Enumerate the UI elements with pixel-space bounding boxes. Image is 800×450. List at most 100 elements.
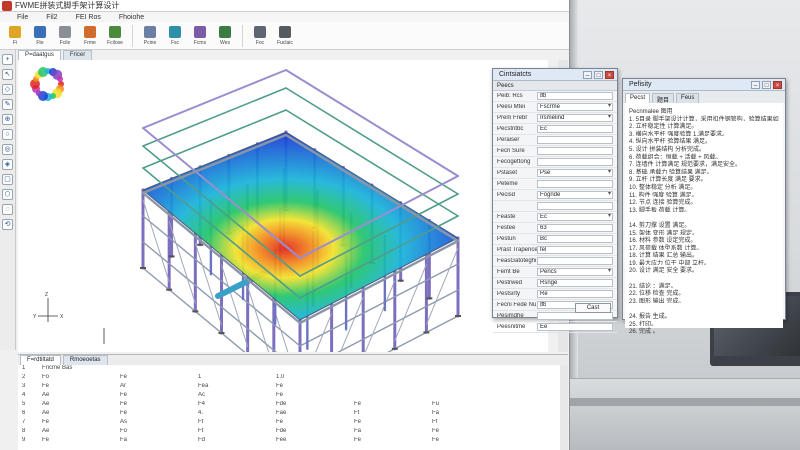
property-field[interactable] [537, 136, 613, 144]
tool-button-7[interactable]: ◈ [2, 159, 13, 170]
table-cell: Ae [42, 410, 50, 416]
report-line: 2. 立杆稳定性 计算满足。 [629, 124, 698, 129]
axis-triad: Z X Y [33, 292, 64, 322]
table-row[interactable]: 4 Ae Fe Ac Fe [18, 392, 568, 401]
property-field[interactable]: Re [537, 290, 613, 298]
doc-tab-secondary[interactable]: Fricer [62, 50, 93, 60]
base-plate [426, 297, 433, 300]
property-field[interactable] [537, 202, 613, 210]
minimize-icon[interactable]: – [583, 70, 592, 79]
table-cell: Ae [42, 428, 50, 434]
menu-file[interactable]: File [8, 14, 37, 21]
property-dropdown[interactable]: Ec [537, 213, 613, 221]
ribbon-button-4[interactable]: Fcilose [104, 24, 126, 48]
table-row[interactable]: 2 Fo Fe 1 1.0 [18, 374, 568, 383]
menu-edit[interactable]: Fil2 [37, 14, 66, 21]
table-row[interactable]: 9 Fe Fa Fd Fee Fe Fe [18, 437, 568, 446]
property-field[interactable] [537, 257, 613, 265]
table-cell: 4. [198, 410, 204, 416]
close-icon[interactable]: × [773, 80, 782, 89]
tool-button-4[interactable]: ⊕ [2, 114, 13, 125]
menu-view[interactable]: FEI Ros [67, 14, 110, 21]
property-field[interactable] [537, 147, 613, 155]
report-text-area[interactable]: Pecnmalee 图用 1. 5目录 脚手架设计计算，采用扣件钢管构，验算结果如… [625, 103, 783, 334]
ribbon-button-0[interactable]: Fi [4, 24, 26, 48]
property-dropdown[interactable]: Fscrme [537, 103, 613, 111]
table-row[interactable]: 8 Ae Fo Ft Fde Fa Fe [18, 428, 568, 437]
tool-button-11[interactable]: ⟲ [2, 219, 13, 230]
property-field[interactable]: fel [537, 246, 613, 254]
property-field[interactable]: Ee [537, 323, 613, 331]
base-plate [455, 315, 461, 317]
3d-model-viewport[interactable]: Z X Y [18, 60, 548, 400]
base-plate [197, 243, 204, 246]
table-row[interactable]: 5 Ae Fe F4 Fde Fe Fu [18, 401, 568, 410]
property-field[interactable]: 63 [537, 224, 613, 232]
report-line: 15. 架体 变形 满足 规定。 [629, 230, 699, 236]
property-field[interactable] [537, 158, 613, 166]
properties-apply-button[interactable]: Cast [575, 303, 611, 313]
report-line: 9. 立杆 计算长度 满足 要求。 [629, 177, 707, 182]
doc-tab-model[interactable]: P=daatgus [18, 50, 61, 60]
menu-tools[interactable]: Fhoiohe [110, 14, 153, 21]
property-field[interactable] [537, 312, 613, 320]
maximize-icon[interactable]: □ [762, 80, 771, 89]
property-field[interactable]: 图 [537, 92, 613, 100]
ribbon-button-10[interactable]: Fuclaic [274, 24, 296, 48]
table-cell: Fo [120, 428, 128, 434]
report-dialog: Pefisity – □ × Pecst 题目 Feus Pecnmalee 图… [622, 78, 786, 334]
scaffold-model-render[interactable]: Z X Y [18, 60, 548, 400]
tool-button-0[interactable]: + [2, 54, 13, 65]
output-tab-messages[interactable]: Rmoeoetas [62, 355, 108, 365]
table-row[interactable]: 7 Fe As Ft Fe Fe Ff [18, 419, 568, 428]
tool-button-10[interactable]: ◌ [2, 204, 13, 215]
output-tab-results[interactable]: F=rdtiltatd [20, 355, 61, 365]
ribbon-button-5[interactable]: Pcine [139, 24, 161, 48]
property-field[interactable]: Bc [537, 235, 613, 243]
table-row[interactable]: 6 Ae Fe 4. Fae Ft Fa [18, 410, 568, 419]
tool-button-9[interactable]: ⬡ [2, 189, 13, 200]
axis-z-label: Z [45, 292, 48, 298]
output-scrollbar[interactable] [560, 365, 568, 450]
app-logo-icon [2, 0, 12, 11]
ribbon-button-2[interactable]: Fcile [54, 24, 76, 48]
tool-button-3[interactable]: ✎ [2, 99, 13, 110]
tool-button-6[interactable]: ◎ [2, 144, 13, 155]
tool-button-1[interactable]: ↖ [2, 69, 13, 80]
ribbon-button-1[interactable]: Fte [29, 24, 51, 48]
property-row [493, 201, 617, 212]
ribbon-button-8[interactable]: Wes [214, 24, 236, 48]
ribbon-button-9[interactable]: Foc [249, 24, 271, 48]
property-dropdown[interactable]: Irsmelind [537, 114, 613, 122]
table-row[interactable]: 3 Fe Ar Fea Fe [18, 383, 568, 392]
tool-button-5[interactable]: ○ [2, 129, 13, 140]
report-line: 23. 图形 输出 完成。 [629, 298, 685, 304]
ribbon-button-6[interactable]: Fsc [164, 24, 186, 48]
table-row[interactable]: 1 Fricme Bas [18, 365, 568, 374]
property-row: Peib: Rcs 图 [493, 91, 617, 102]
maximize-icon[interactable]: □ [594, 70, 603, 79]
property-label: Fecni Fede Nu [497, 302, 537, 308]
tool-button-2[interactable]: ◇ [2, 84, 13, 95]
close-icon[interactable]: × [605, 70, 614, 79]
diagonal-brace [247, 286, 275, 369]
table-cell: Ft [354, 410, 360, 416]
ribbon-button-3[interactable]: Frme [79, 24, 101, 48]
table-cell: Fe [354, 401, 362, 407]
property-field[interactable]: Ec [537, 125, 613, 133]
left-tool-palette: + ↖ ◇ ✎ ⊕ ○ ◎ ◈ ▢ ⬡ ◌ ⟲ [0, 50, 16, 350]
property-dropdown[interactable]: Pse [537, 169, 613, 177]
report-tab-1[interactable]: 题目 [652, 93, 675, 104]
property-label: Femt Be [497, 269, 520, 275]
base-plate [140, 267, 146, 269]
property-dropdown[interactable]: Pencs [537, 268, 613, 276]
property-dropdown[interactable]: Fognde [537, 191, 613, 199]
tool-button-8[interactable]: ▢ [2, 174, 13, 185]
report-tab-2[interactable]: Feus [676, 93, 700, 103]
minimize-icon[interactable]: – [751, 80, 760, 89]
property-field[interactable] [537, 180, 613, 188]
property-row: Pestun Bc [493, 234, 617, 245]
report-tab-0[interactable]: Pecst [625, 93, 651, 103]
property-field[interactable]: Rsnge [537, 279, 613, 287]
ribbon-button-7[interactable]: Fcms [189, 24, 211, 48]
